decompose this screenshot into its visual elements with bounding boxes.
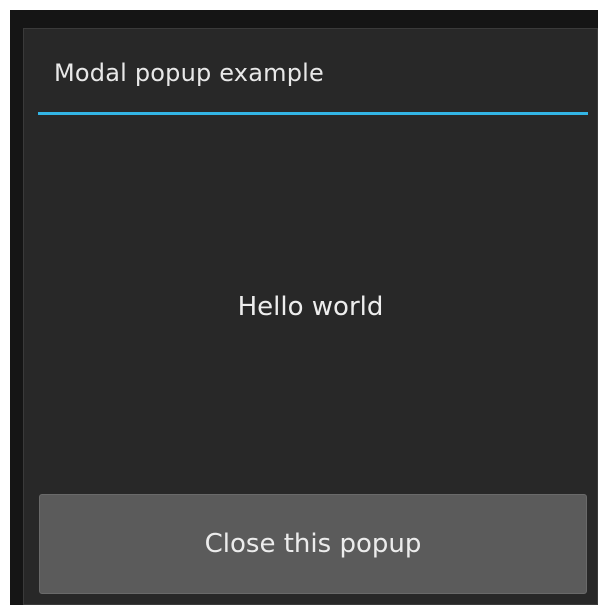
modal-popup: Modal popup example Hello world Close th… (23, 28, 598, 605)
close-popup-button-label: Close this popup (204, 529, 422, 559)
close-popup-button[interactable]: Close this popup (39, 494, 587, 594)
dialog-title: Modal popup example (54, 59, 324, 87)
dialog-header: Modal popup example (24, 29, 597, 115)
dialog-message: Hello world (237, 292, 384, 322)
app-screen: Modal popup example Hello world Close th… (10, 10, 598, 605)
dialog-body: Hello world (24, 115, 597, 495)
